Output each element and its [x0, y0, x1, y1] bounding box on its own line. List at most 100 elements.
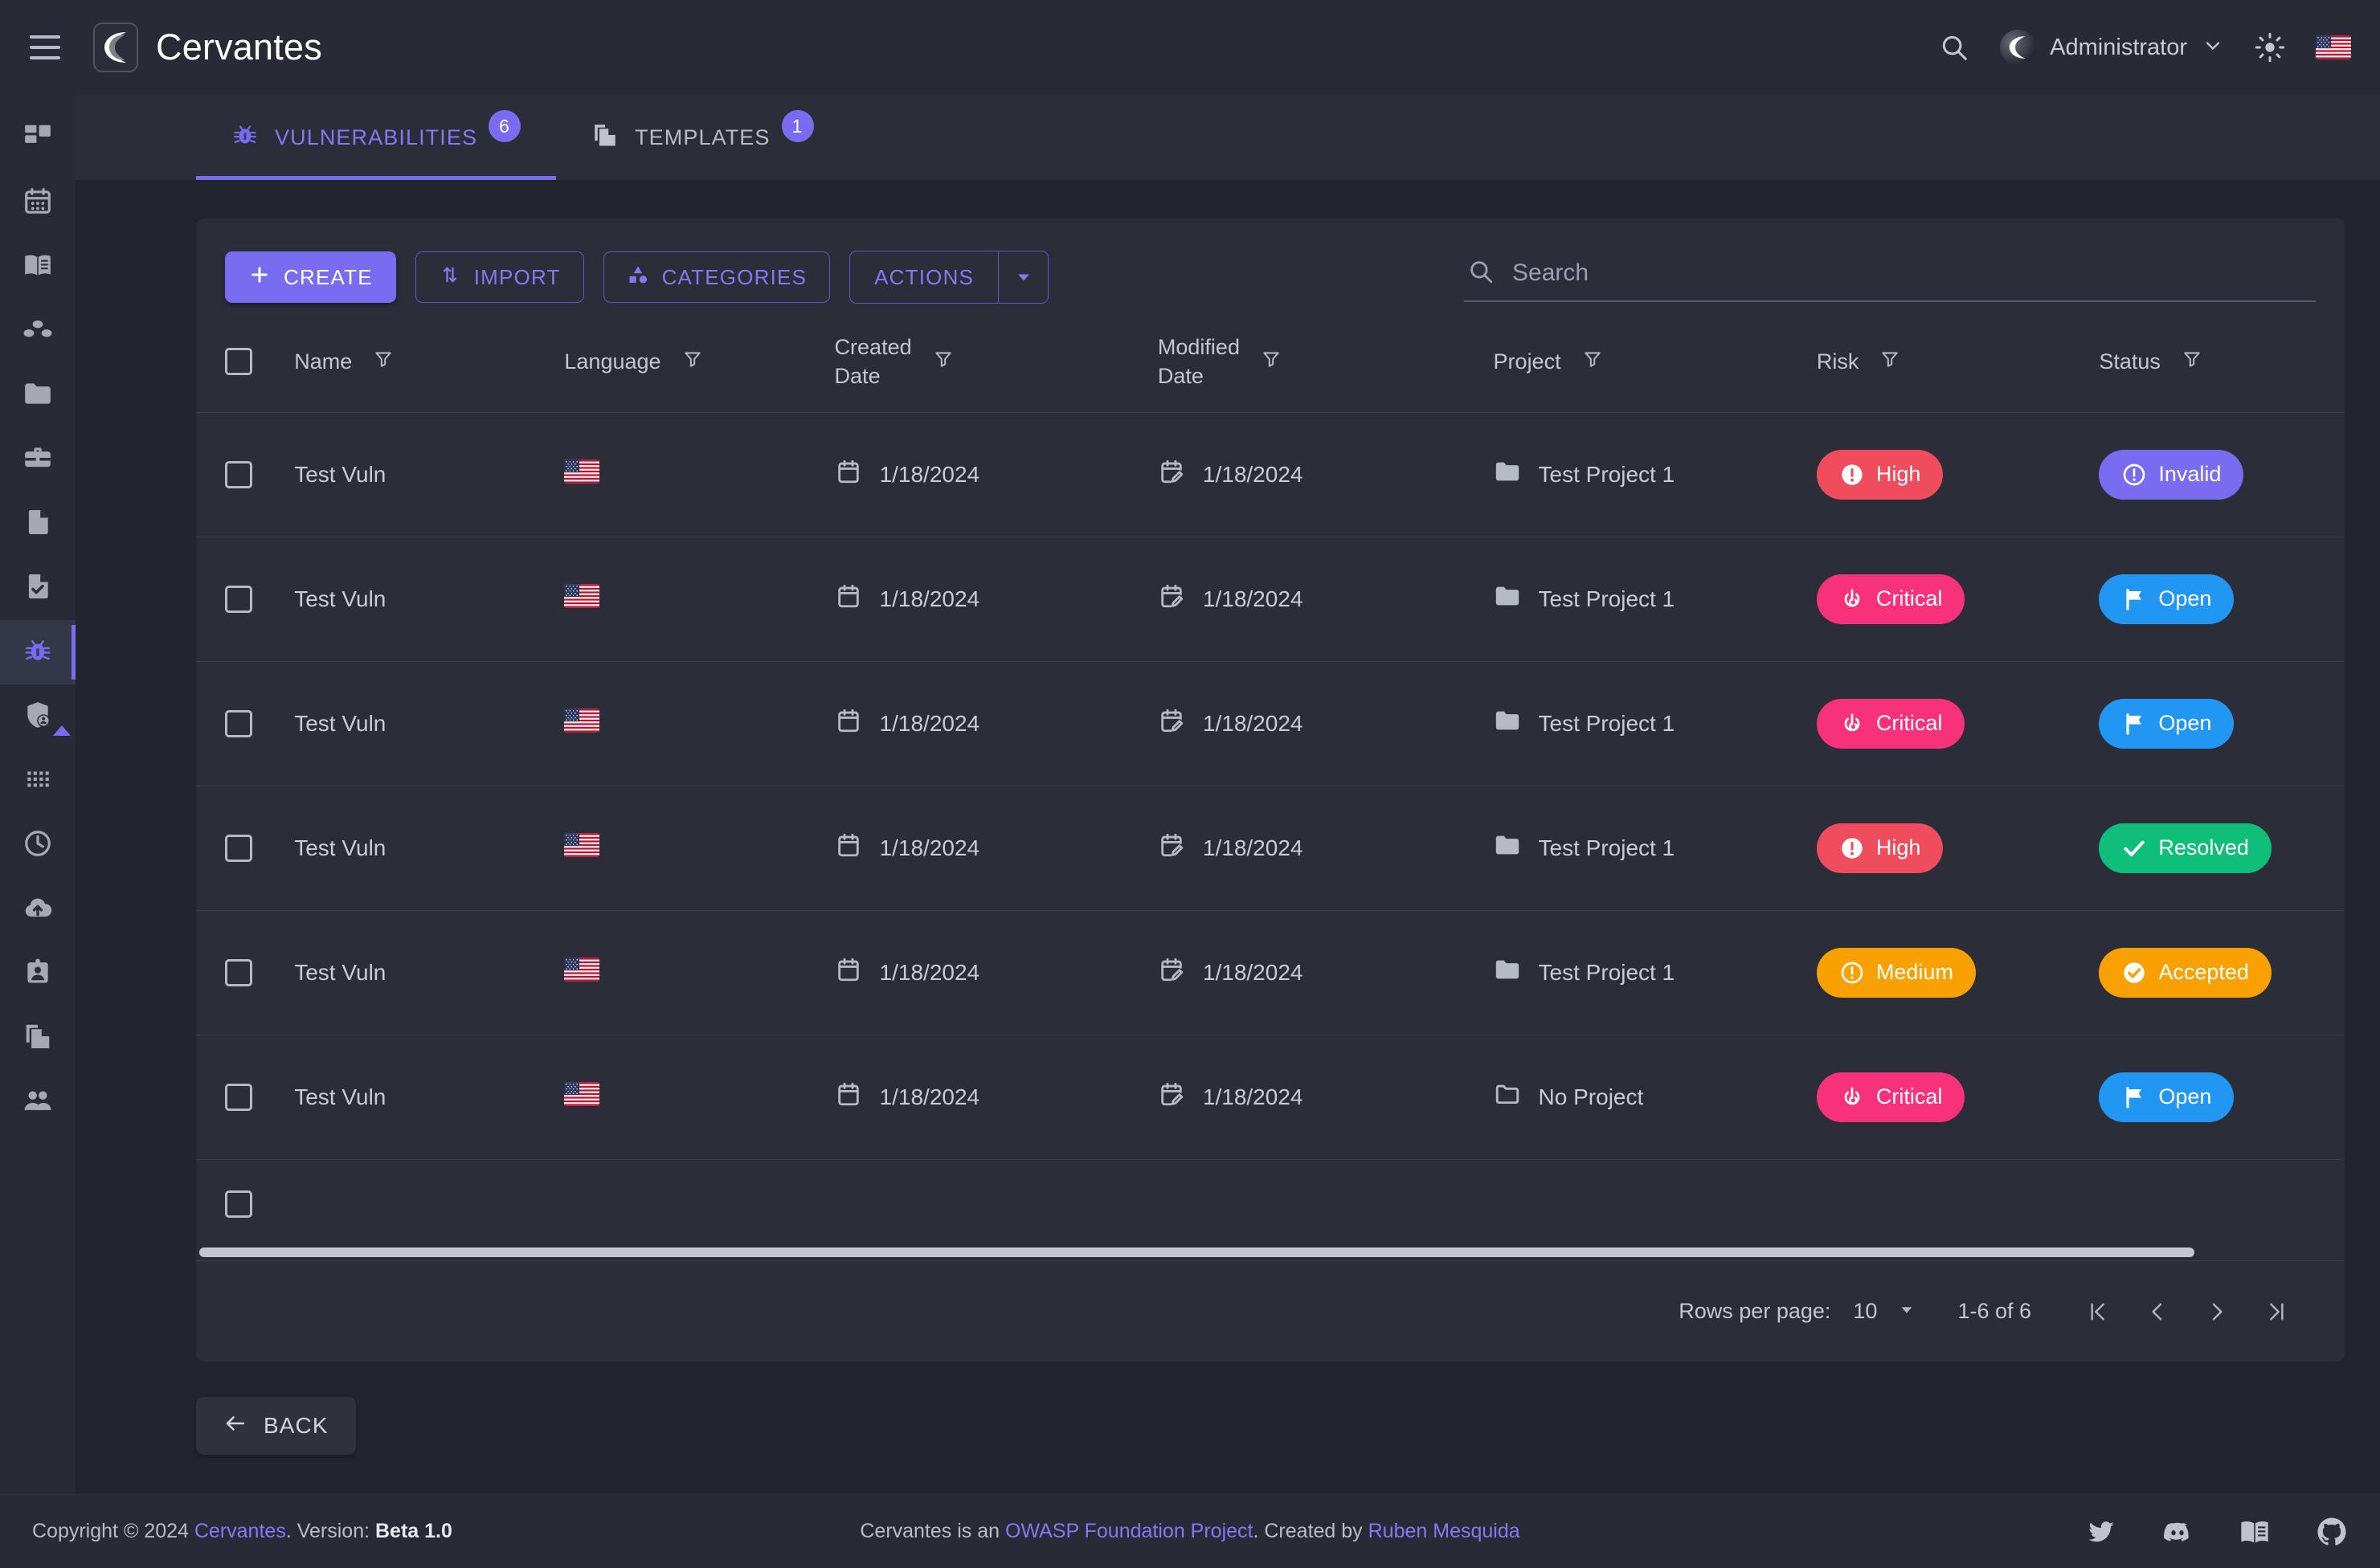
sidebar-item-apps[interactable] [0, 749, 76, 813]
owasp-link[interactable]: OWASP Foundation Project [1005, 1520, 1253, 1542]
calendar-edit-icon [1158, 458, 1185, 491]
sidebar-item-tasks[interactable] [0, 556, 76, 620]
sidebar-item-profile[interactable] [0, 941, 76, 1006]
search-input[interactable] [1512, 259, 2313, 287]
search-icon[interactable] [1939, 32, 1969, 63]
caret-down-icon[interactable] [998, 251, 1048, 303]
select-all-checkbox[interactable] [225, 348, 252, 376]
create-button[interactable]: CREATE [225, 251, 396, 303]
table-row[interactable]: Test Vuln 1/18/2024 1/18/202 [196, 1035, 2345, 1160]
row-checkbox[interactable] [225, 958, 252, 986]
row-checkbox[interactable] [225, 585, 252, 613]
sun-icon[interactable] [2255, 32, 2285, 63]
us-flag-icon[interactable] [2316, 35, 2351, 59]
back-button[interactable]: BACK [196, 1397, 356, 1456]
next-page-icon[interactable] [2187, 1282, 2247, 1341]
row-checkbox[interactable] [225, 834, 252, 862]
sidebar-item-organizations[interactable] [0, 299, 76, 363]
last-page-icon[interactable] [2247, 1282, 2306, 1341]
row-checkbox[interactable] [225, 1083, 252, 1111]
row-modified-cell: 1/18/2024 [1157, 661, 1494, 786]
categories-button[interactable]: CATEGORIES [603, 251, 831, 303]
risk-badge[interactable]: Critical [1816, 698, 1965, 749]
status-badge[interactable]: Open [2099, 1072, 2235, 1122]
table-row[interactable]: Test Vuln 1/18/2024 1/18/202 [196, 537, 2345, 662]
horizontal-scrollbar[interactable] [196, 1247, 2345, 1261]
status-badge[interactable]: Open [2099, 574, 2235, 624]
twitter-icon[interactable] [2086, 1517, 2116, 1547]
sidebar-item-security[interactable] [0, 684, 76, 749]
row-created-cell: 1/18/2024 [834, 537, 1158, 662]
sidebar-item-clients[interactable] [0, 427, 76, 492]
row-checkbox[interactable] [225, 1190, 252, 1218]
row-risk-cell: High [1816, 412, 2100, 537]
table-row[interactable]: Test Vuln 1/18/2024 1/18/202 [196, 661, 2345, 786]
tab-label: VULNERABILITIES [275, 125, 478, 149]
table-row[interactable]: Test Vuln 1/18/2024 1/18/202 [196, 786, 2345, 911]
back-label: BACK [264, 1413, 329, 1439]
sidebar-item-uploads[interactable] [0, 877, 76, 941]
sidebar-item-reports[interactable] [0, 492, 76, 556]
table-row[interactable]: Test Vuln 1/18/2024 1/18/202 [196, 910, 2345, 1035]
sidebar-item-dashboard[interactable] [0, 106, 76, 170]
status-badge[interactable]: Accepted [2099, 947, 2272, 998]
row-checkbox[interactable] [225, 709, 252, 737]
row-language-cell [564, 661, 835, 786]
import-button[interactable]: IMPORT [415, 251, 584, 303]
tab-templates[interactable]: TEMPLATES 1 [556, 95, 849, 180]
github-icon[interactable] [2316, 1516, 2348, 1548]
risk-badge[interactable]: High [1816, 823, 1944, 873]
sidebar-item-history[interactable] [0, 813, 76, 877]
row-checkbox[interactable] [225, 460, 252, 488]
sidebar-item-projects[interactable] [0, 363, 76, 427]
power-target-icon [1839, 1084, 1865, 1110]
filter-icon[interactable] [373, 349, 394, 375]
sidebar-item-templates[interactable] [0, 1006, 76, 1070]
risk-badge[interactable]: Medium [1816, 947, 1976, 998]
sidebar-item-knowledge-base[interactable] [0, 235, 76, 299]
risk-badge[interactable]: High [1816, 449, 1944, 500]
author-link[interactable]: Ruben Mesquida [1368, 1520, 1520, 1542]
chevron-down-icon[interactable] [2202, 35, 2224, 61]
search-field[interactable] [1464, 253, 2316, 302]
shapes-icon [627, 263, 649, 292]
filter-icon[interactable] [1879, 349, 1900, 375]
left-sidebar [0, 95, 76, 1494]
hamburger-icon[interactable] [24, 27, 66, 68]
us-flag-icon [564, 958, 600, 987]
sidebar-item-calendar[interactable] [0, 170, 76, 235]
sidebar-item-vulnerabilities[interactable] [0, 620, 76, 684]
risk-badge[interactable]: Critical [1816, 1072, 1965, 1122]
first-page-icon[interactable] [2068, 1282, 2128, 1341]
status-badge[interactable]: Open [2099, 698, 2235, 749]
risk-badge[interactable]: Critical [1816, 574, 1965, 624]
footer-brand-link[interactable]: Cervantes [194, 1520, 286, 1542]
sidebar-item-users[interactable] [0, 1070, 76, 1134]
filter-icon[interactable] [1582, 349, 1603, 375]
brand[interactable]: Cervantes [93, 22, 322, 72]
status-badge[interactable]: Resolved [2099, 823, 2272, 873]
status-badge[interactable]: Invalid [2099, 449, 2244, 500]
folder-outline-icon [1494, 1080, 1521, 1113]
rows-per-page-select[interactable]: 10 [1853, 1299, 1916, 1324]
discord-icon[interactable] [2161, 1516, 2194, 1548]
categories-label: CATEGORIES [661, 264, 808, 289]
tab-vulnerabilities[interactable]: VULNERABILITIES 6 [196, 95, 557, 180]
filter-icon[interactable] [1261, 349, 1282, 375]
prev-page-icon[interactable] [2128, 1282, 2187, 1341]
filter-icon[interactable] [933, 349, 954, 375]
scrollbar-thumb[interactable] [199, 1247, 2195, 1258]
filter-icon[interactable] [682, 349, 703, 375]
exclamation-outline-icon [1839, 960, 1865, 986]
row-name-cell: Test Vuln [294, 786, 565, 911]
user-name: Administrator [2050, 34, 2187, 60]
book-icon[interactable] [2239, 1516, 2271, 1548]
filter-icon[interactable] [2182, 349, 2202, 375]
row-modified-date: 1/18/2024 [1202, 1084, 1303, 1109]
row-language-cell [564, 786, 835, 911]
actions-button[interactable]: ACTIONS [850, 251, 998, 303]
table-row[interactable]: Test Vuln 1/18/2024 1/18/202 [196, 412, 2345, 537]
risk-label: Critical [1875, 1084, 1943, 1109]
row-risk-cell: Medium [1816, 910, 2100, 1035]
user-menu[interactable]: Administrator [2000, 30, 2224, 65]
